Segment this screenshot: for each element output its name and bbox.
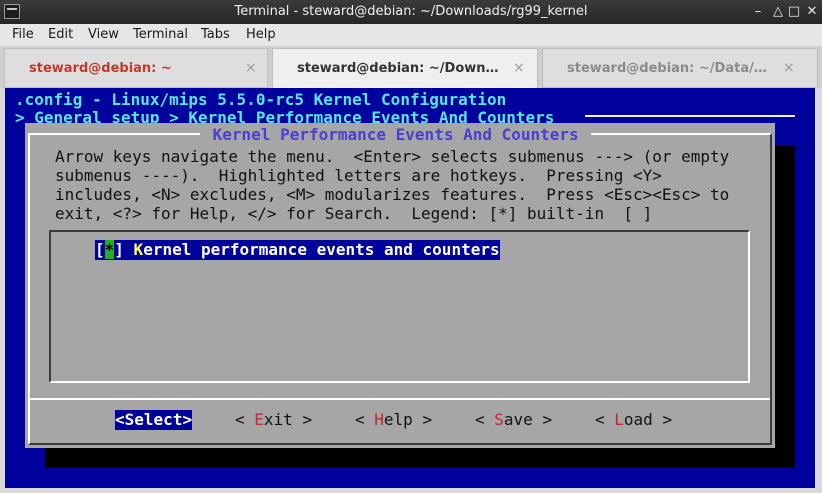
btn-bracket: < [595, 410, 615, 429]
help-text-line: includes, <N> excludes, <M> modularizes … [55, 185, 730, 204]
btn-bracket: < [355, 410, 375, 429]
menu-tabs[interactable]: Tabs [201, 27, 230, 42]
menuconfig-dialog: Kernel Performance Events And Counters A… [25, 123, 775, 448]
dialog-shadow [45, 448, 795, 468]
help-button[interactable]: < Help > [355, 410, 432, 430]
close-tab-icon[interactable]: × [783, 60, 795, 76]
btn-label: elp > [383, 410, 433, 429]
item-hotkey: K [133, 240, 144, 259]
minimize-button[interactable]: – [750, 4, 766, 20]
title-bar: Terminal - steward@debian: ~/Downloads/r… [0, 0, 822, 24]
item-label: ernel performance events and counters [143, 240, 500, 259]
btn-label: ave > [503, 410, 553, 429]
maximize-button[interactable]: △ [770, 4, 786, 20]
btn-bracket: < [235, 410, 255, 429]
dialog-shadow [774, 146, 795, 468]
help-text-line: Arrow keys navigate the menu. <Enter> se… [55, 147, 730, 166]
btn-label: elect> [134, 410, 193, 429]
close-tab-icon[interactable]: × [513, 60, 525, 76]
help-text-line: exit, <?> for Help, </> for Search. Lege… [55, 204, 653, 223]
tab-home[interactable]: steward@debian: ~ × [4, 48, 268, 88]
window-title: Terminal - steward@debian: ~/Downloads/r… [234, 4, 588, 19]
terminal-area[interactable]: .config - Linux/mips 5.5.0-rc5 Kernel Co… [5, 88, 815, 488]
menu-edit[interactable]: Edit [48, 27, 73, 42]
select-button[interactable]: <Select> [115, 410, 193, 430]
tab-label: steward@debian: ~/Down… [297, 61, 499, 76]
close-tab-icon[interactable]: × [245, 60, 257, 76]
button-divider [30, 398, 770, 400]
btn-label: xit > [263, 410, 313, 429]
btn-bracket: < [475, 410, 495, 429]
btn-hotkey: S [124, 410, 135, 429]
config-header: .config - Linux/mips 5.5.0-rc5 Kernel Co… [15, 90, 507, 109]
save-button[interactable]: < Save > [475, 410, 552, 430]
checkbox-mark[interactable]: * [104, 240, 115, 259]
item-bracket-open: [ [95, 240, 105, 259]
tab-data[interactable]: steward@debian: ~/Data/… × [542, 48, 818, 88]
close-button[interactable]: ✕ [804, 4, 820, 20]
dialog-title: Kernel Performance Events And Counters [200, 125, 592, 145]
tab-label: steward@debian: ~ [29, 61, 172, 76]
tab-bar: steward@debian: ~ × steward@debian: ~/Do… [0, 46, 822, 88]
menu-bar: File Edit View Terminal Tabs Help [0, 24, 822, 46]
menu-terminal[interactable]: Terminal [133, 27, 188, 42]
btn-bracket: < [115, 410, 125, 429]
tab-label: steward@debian: ~/Data/… [567, 61, 767, 76]
item-bracket-close: ] [114, 240, 134, 259]
menu-item-perf-events[interactable]: [*] Kernel performance events and counte… [95, 240, 500, 260]
restore-button[interactable]: □ [786, 4, 802, 20]
btn-hotkey: E [254, 410, 264, 429]
btn-hotkey: S [494, 410, 504, 429]
tab-downloads[interactable]: steward@debian: ~/Down… × [272, 48, 538, 88]
btn-label: oad > [623, 410, 673, 429]
header-rule [585, 115, 795, 117]
menu-file[interactable]: File [12, 27, 34, 42]
menu-view[interactable]: View [88, 27, 119, 42]
load-button[interactable]: < Load > [595, 410, 672, 430]
btn-hotkey: L [614, 410, 624, 429]
btn-hotkey: H [374, 410, 384, 429]
exit-button[interactable]: < Exit > [235, 410, 312, 430]
menu-help[interactable]: Help [246, 27, 276, 42]
help-text-line: submenus ----). Highlighted letters are … [55, 166, 662, 185]
